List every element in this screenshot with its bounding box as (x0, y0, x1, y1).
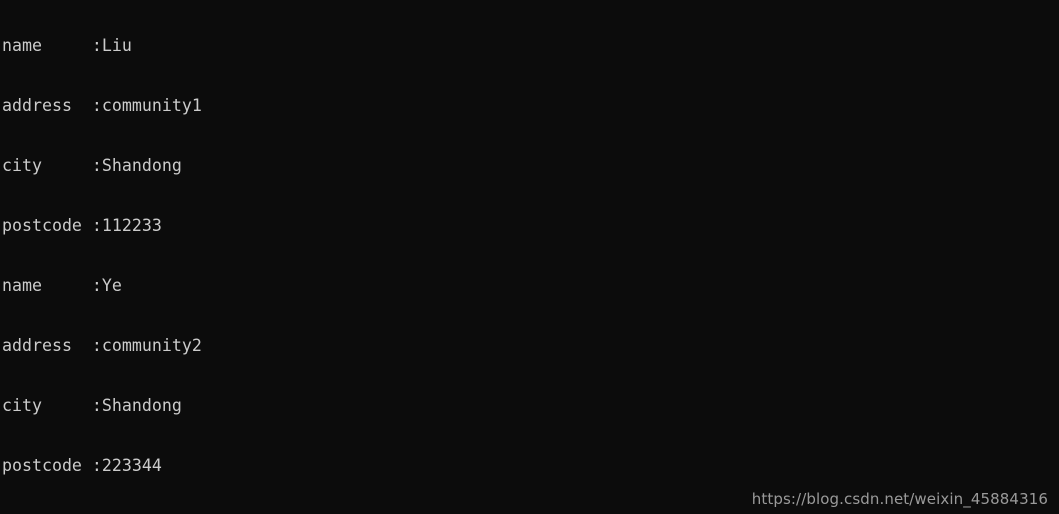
console-output-text: name :Liu address :community1 city :Shan… (2, 0, 541, 514)
console-line: postcode :223344 (2, 456, 162, 475)
console-line: city :Shandong (2, 156, 182, 175)
console-line: postcode :112233 (2, 216, 162, 235)
console-window[interactable]: name :Liu address :community1 city :Shan… (0, 0, 1059, 514)
console-line: city :Shandong (2, 396, 182, 415)
watermark-url: https://blog.csdn.net/weixin_45884316 (751, 490, 1048, 508)
console-line: address :community1 (2, 96, 202, 115)
console-line: address :community2 (2, 336, 202, 355)
console-line: name :Liu (2, 36, 132, 55)
console-line: name :Ye (2, 276, 122, 295)
